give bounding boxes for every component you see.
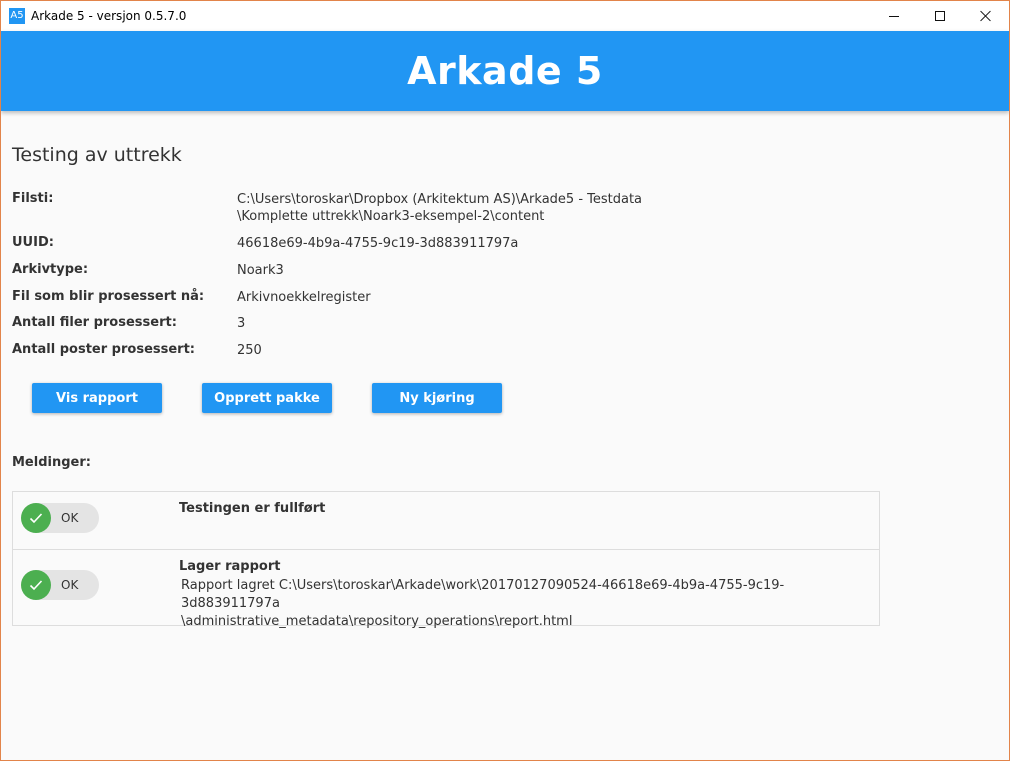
maximize-icon xyxy=(935,11,945,21)
check-icon xyxy=(21,570,51,600)
filsti-value: C:\Users\toroskar\Dropbox (Arkitektum AS… xyxy=(237,191,642,225)
filsti-label: Filsti: xyxy=(12,191,54,206)
window-title: Arkade 5 - versjon 0.5.7.0 xyxy=(31,9,187,23)
fil-prosessert-label: Fil som blir prosessert nå: xyxy=(12,289,205,304)
app-header: Arkade 5 xyxy=(1,31,1009,111)
message-body: Rapport lagret C:\Users\toroskar\Arkade\… xyxy=(181,577,879,631)
minimize-icon xyxy=(889,15,899,17)
uuid-value: 46618e69-4b9a-4755-9c19-3d883911797a xyxy=(237,236,519,251)
close-icon xyxy=(980,10,992,22)
antall-poster-label: Antall poster prosessert: xyxy=(12,342,196,357)
message-item: OK Testingen er fullført xyxy=(13,492,879,550)
app-window: A5 Arkade 5 - versjon 0.5.7.0 Arkade 5 T… xyxy=(0,0,1010,761)
arkivtype-value: Noark3 xyxy=(237,263,284,278)
check-icon xyxy=(21,503,51,533)
status-chip: OK xyxy=(21,503,99,533)
arkivtype-label: Arkivtype: xyxy=(12,262,89,277)
antall-filer-value: 3 xyxy=(237,316,246,331)
message-body-line1: Rapport lagret C:\Users\toroskar\Arkade\… xyxy=(181,578,785,611)
opprett-pakke-button[interactable]: Opprett pakke xyxy=(202,383,332,413)
filsti-value-line2: \Komplette uttrekk\Noark3-eksempel-2\con… xyxy=(237,209,545,224)
messages-list: OK Testingen er fullført OK Lager rappor… xyxy=(12,491,880,629)
fil-prosessert-value: Arkivnoekkelregister xyxy=(237,290,371,305)
close-button[interactable] xyxy=(963,1,1009,31)
uuid-label: UUID: xyxy=(12,235,54,250)
messages-label: Meldinger: xyxy=(12,455,91,470)
minimize-button[interactable] xyxy=(871,1,917,31)
vis-rapport-button[interactable]: Vis rapport xyxy=(32,383,162,413)
status-chip: OK xyxy=(21,570,99,600)
app-header-title: Arkade 5 xyxy=(407,49,603,93)
title-bar[interactable]: A5 Arkade 5 - versjon 0.5.7.0 xyxy=(1,1,1009,31)
status-chip-label: OK xyxy=(61,578,79,592)
ny-kjoring-button[interactable]: Ny kjøring xyxy=(372,383,502,413)
maximize-button[interactable] xyxy=(917,1,963,31)
message-title: Lager rapport xyxy=(179,559,281,574)
status-chip-label: OK xyxy=(61,511,79,525)
message-title: Testingen er fullført xyxy=(179,501,326,516)
message-body-line2: \administrative_metadata\repository_oper… xyxy=(181,614,573,629)
antall-filer-label: Antall filer prosessert: xyxy=(12,315,177,330)
filsti-value-line1: C:\Users\toroskar\Dropbox (Arkitektum AS… xyxy=(237,192,643,207)
message-item: OK Lager rapport Rapport lagret C:\Users… xyxy=(13,550,879,629)
antall-poster-value: 250 xyxy=(237,343,262,358)
page-title: Testing av uttrekk xyxy=(12,144,182,166)
app-icon: A5 xyxy=(9,8,25,24)
